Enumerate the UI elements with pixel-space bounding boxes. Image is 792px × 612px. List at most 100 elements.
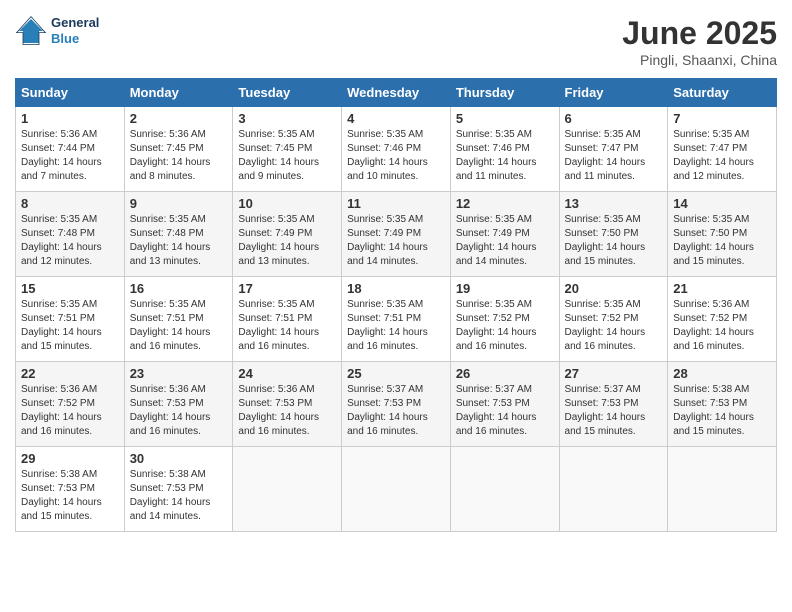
calendar-cell: 12 Sunrise: 5:35 AMSunset: 7:49 PMDayligh… (450, 192, 559, 277)
day-number: 26 (456, 366, 554, 381)
day-number: 21 (673, 281, 771, 296)
calendar-cell: 13 Sunrise: 5:35 AMSunset: 7:50 PMDayligh… (559, 192, 668, 277)
calendar-cell: 16Sunrise: 5:35 AMSunset: 7:51 PMDayligh… (124, 277, 233, 362)
calendar-cell: 9Sunrise: 5:35 AMSunset: 7:48 PMDaylight… (124, 192, 233, 277)
day-number: 15 (21, 281, 119, 296)
day-number: 11 (347, 196, 445, 211)
day-number: 5 (456, 111, 554, 126)
calendar-cell: 28Sunrise: 5:38 AMSunset: 7:53 PMDayligh… (668, 362, 777, 447)
day-info: Sunrise: 5:35 AMSunset: 7:48 PMDaylight:… (21, 213, 119, 269)
calendar-week-row: 8 Sunrise: 5:35 AMSunset: 7:48 PMDaylight… (16, 192, 777, 277)
day-number: 1 (21, 111, 119, 126)
page-header: General Blue June 2025 Pingli, Shaanxi, … (15, 15, 777, 68)
day-info: Sunrise: 5:38 AMSunset: 7:53 PMDaylight:… (130, 468, 228, 524)
day-number: 7 (673, 111, 771, 126)
calendar-week-row: 1 Sunrise: 5:36 AMSunset: 7:44 PMDaylight… (16, 107, 777, 192)
weekday-header: Wednesday (342, 79, 451, 107)
calendar-week-row: 22 Sunrise: 5:36 AMSunset: 7:52 PMDayligh… (16, 362, 777, 447)
calendar-cell: 17 Sunrise: 5:35 AMSunset: 7:51 PMDayligh… (233, 277, 342, 362)
month-year: June 2025 (622, 15, 777, 52)
calendar-cell: 26 Sunrise: 5:37 AMSunset: 7:53 PMDayligh… (450, 362, 559, 447)
day-number: 3 (238, 111, 336, 126)
calendar-cell: 22 Sunrise: 5:36 AMSunset: 7:52 PMDayligh… (16, 362, 125, 447)
calendar-cell (559, 447, 668, 532)
day-info: Sunrise: 5:36 AMSunset: 7:45 PMDaylight:… (130, 128, 228, 184)
day-number: 6 (565, 111, 663, 126)
calendar-cell: 2 Sunrise: 5:36 AMSunset: 7:45 PMDaylight… (124, 107, 233, 192)
weekday-header: Friday (559, 79, 668, 107)
calendar-cell (450, 447, 559, 532)
calendar-cell: 14 Sunrise: 5:35 AMSunset: 7:50 PMDayligh… (668, 192, 777, 277)
calendar-cell: 3Sunrise: 5:35 AMSunset: 7:45 PMDaylight… (233, 107, 342, 192)
calendar-cell: 10Sunrise: 5:35 AMSunset: 7:49 PMDayligh… (233, 192, 342, 277)
day-number: 27 (565, 366, 663, 381)
calendar-cell: 7 Sunrise: 5:35 AMSunset: 7:47 PMDaylight… (668, 107, 777, 192)
calendar-cell: 27 Sunrise: 5:37 AMSunset: 7:53 PMDayligh… (559, 362, 668, 447)
day-number: 19 (456, 281, 554, 296)
day-number: 2 (130, 111, 228, 126)
day-info: Sunrise: 5:35 AMSunset: 7:46 PMDaylight:… (456, 128, 554, 184)
day-info: Sunrise: 5:35 AMSunset: 7:52 PMDaylight:… (565, 298, 663, 354)
day-info: Sunrise: 5:35 AMSunset: 7:47 PMDaylight:… (565, 128, 663, 184)
calendar-table: SundayMondayTuesdayWednesdayThursdayFrid… (15, 78, 777, 532)
day-number: 20 (565, 281, 663, 296)
logo: General Blue (15, 15, 99, 47)
day-info: Sunrise: 5:35 AMSunset: 7:50 PMDaylight:… (673, 213, 771, 269)
calendar-cell: 1 Sunrise: 5:36 AMSunset: 7:44 PMDaylight… (16, 107, 125, 192)
calendar-cell: 30 Sunrise: 5:38 AMSunset: 7:53 PMDayligh… (124, 447, 233, 532)
day-number: 18 (347, 281, 445, 296)
title-area: June 2025 Pingli, Shaanxi, China (622, 15, 777, 68)
day-info: Sunrise: 5:35 AMSunset: 7:51 PMDaylight:… (21, 298, 119, 354)
day-number: 28 (673, 366, 771, 381)
day-info: Sunrise: 5:35 AMSunset: 7:52 PMDaylight:… (456, 298, 554, 354)
calendar-cell: 18Sunrise: 5:35 AMSunset: 7:51 PMDayligh… (342, 277, 451, 362)
logo-icon (15, 15, 47, 47)
weekday-header: Monday (124, 79, 233, 107)
weekday-header: Saturday (668, 79, 777, 107)
day-number: 14 (673, 196, 771, 211)
day-info: Sunrise: 5:36 AMSunset: 7:52 PMDaylight:… (21, 383, 119, 439)
calendar-cell: 6 Sunrise: 5:35 AMSunset: 7:47 PMDaylight… (559, 107, 668, 192)
calendar-week-row: 29 Sunrise: 5:38 AMSunset: 7:53 PMDayligh… (16, 447, 777, 532)
day-info: Sunrise: 5:38 AMSunset: 7:53 PMDaylight:… (21, 468, 119, 524)
day-number: 23 (130, 366, 228, 381)
day-info: Sunrise: 5:36 AMSunset: 7:44 PMDaylight:… (21, 128, 119, 184)
calendar-cell (233, 447, 342, 532)
day-number: 22 (21, 366, 119, 381)
day-info: Sunrise: 5:37 AMSunset: 7:53 PMDaylight:… (565, 383, 663, 439)
day-number: 12 (456, 196, 554, 211)
calendar-cell: 29 Sunrise: 5:38 AMSunset: 7:53 PMDayligh… (16, 447, 125, 532)
day-number: 4 (347, 111, 445, 126)
day-number: 30 (130, 451, 228, 466)
day-number: 16 (130, 281, 228, 296)
calendar-week-row: 15 Sunrise: 5:35 AMSunset: 7:51 PMDayligh… (16, 277, 777, 362)
day-info: Sunrise: 5:35 AMSunset: 7:49 PMDaylight:… (347, 213, 445, 269)
day-info: Sunrise: 5:35 AMSunset: 7:50 PMDaylight:… (565, 213, 663, 269)
day-number: 13 (565, 196, 663, 211)
day-info: Sunrise: 5:35 AMSunset: 7:49 PMDaylight:… (456, 213, 554, 269)
calendar-cell: 24 Sunrise: 5:36 AMSunset: 7:53 PMDayligh… (233, 362, 342, 447)
day-info: Sunrise: 5:35 AMSunset: 7:47 PMDaylight:… (673, 128, 771, 184)
calendar-cell: 20 Sunrise: 5:35 AMSunset: 7:52 PMDayligh… (559, 277, 668, 362)
day-number: 17 (238, 281, 336, 296)
logo-text: General Blue (51, 15, 99, 46)
weekday-header: Sunday (16, 79, 125, 107)
calendar-cell: 25Sunrise: 5:37 AMSunset: 7:53 PMDayligh… (342, 362, 451, 447)
day-info: Sunrise: 5:36 AMSunset: 7:53 PMDaylight:… (238, 383, 336, 439)
day-info: Sunrise: 5:35 AMSunset: 7:48 PMDaylight:… (130, 213, 228, 269)
day-number: 8 (21, 196, 119, 211)
calendar-cell: 19 Sunrise: 5:35 AMSunset: 7:52 PMDayligh… (450, 277, 559, 362)
calendar-cell: 23 Sunrise: 5:36 AMSunset: 7:53 PMDayligh… (124, 362, 233, 447)
day-number: 29 (21, 451, 119, 466)
day-info: Sunrise: 5:36 AMSunset: 7:53 PMDaylight:… (130, 383, 228, 439)
calendar-cell: 8 Sunrise: 5:35 AMSunset: 7:48 PMDaylight… (16, 192, 125, 277)
calendar-cell (668, 447, 777, 532)
calendar-cell (342, 447, 451, 532)
day-number: 10 (238, 196, 336, 211)
day-info: Sunrise: 5:35 AMSunset: 7:51 PMDaylight:… (238, 298, 336, 354)
day-info: Sunrise: 5:37 AMSunset: 7:53 PMDaylight:… (456, 383, 554, 439)
day-number: 24 (238, 366, 336, 381)
day-info: Sunrise: 5:35 AMSunset: 7:46 PMDaylight:… (347, 128, 445, 184)
calendar-cell: 15 Sunrise: 5:35 AMSunset: 7:51 PMDayligh… (16, 277, 125, 362)
calendar-cell: 4 Sunrise: 5:35 AMSunset: 7:46 PMDaylight… (342, 107, 451, 192)
